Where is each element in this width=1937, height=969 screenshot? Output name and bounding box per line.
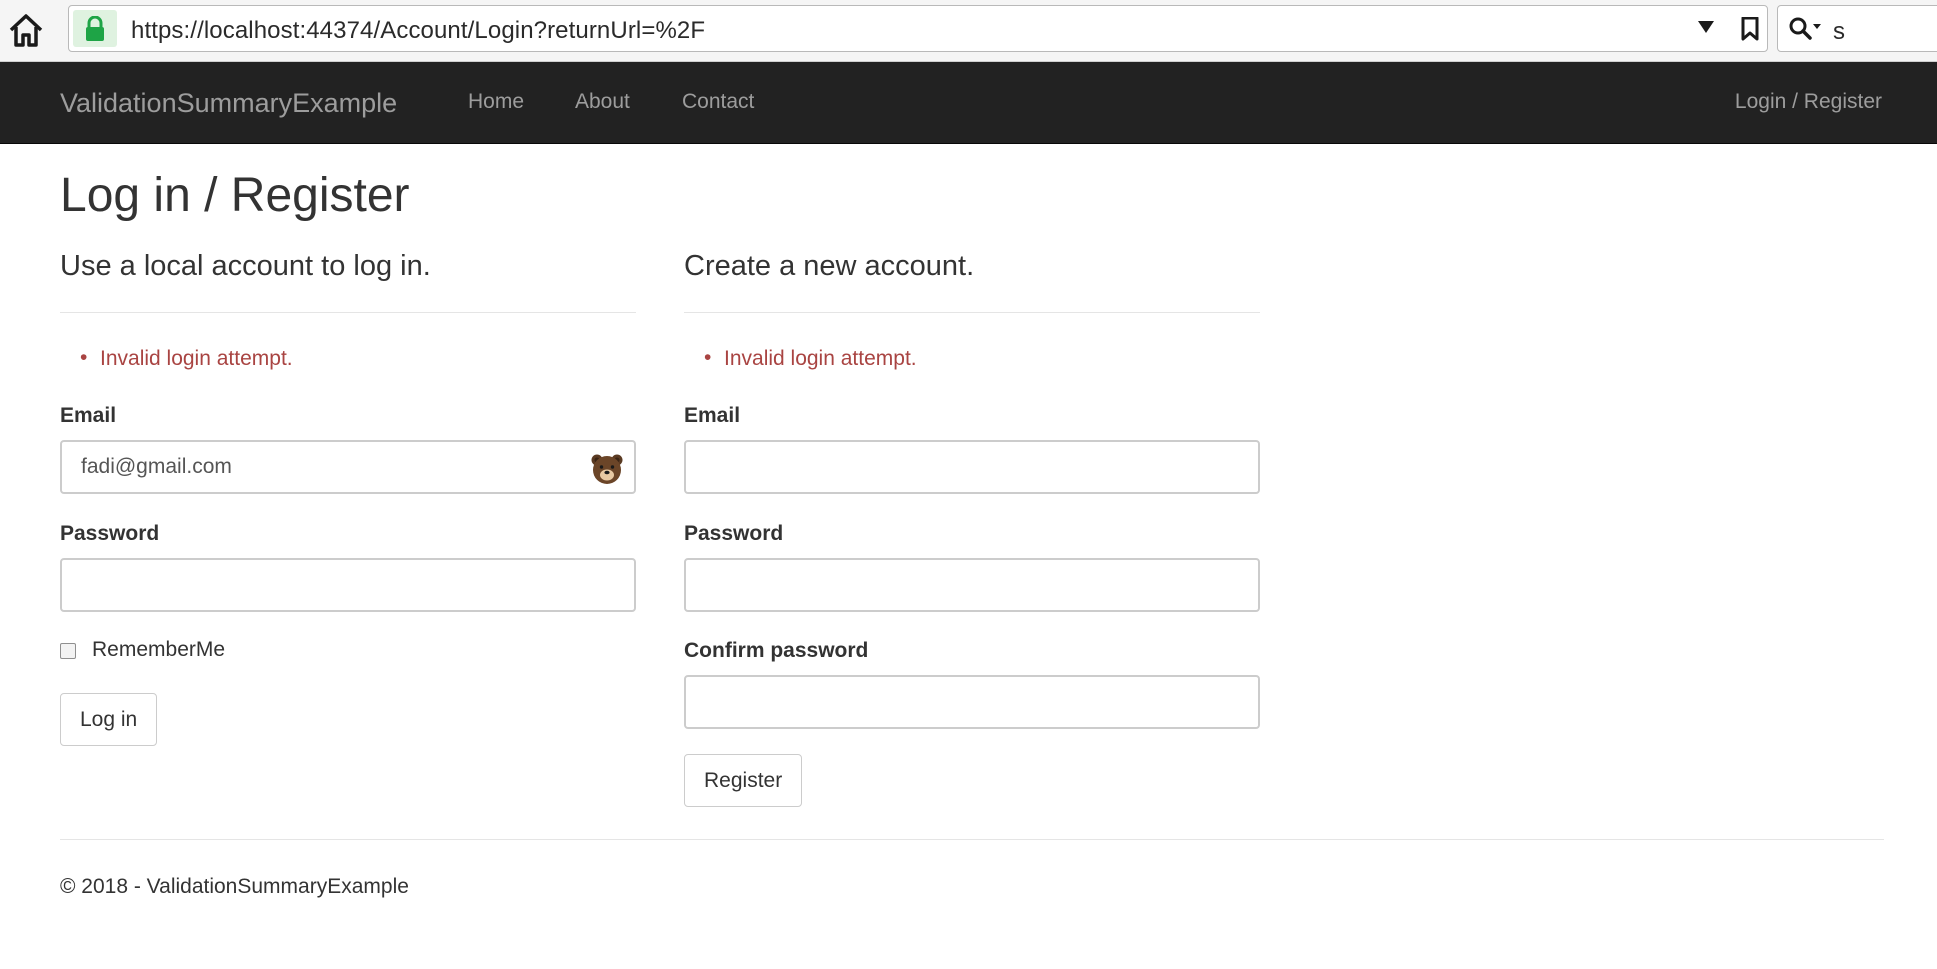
register-validation-summary: Invalid login attempt.: [684, 313, 1260, 373]
search-icon[interactable]: [1788, 16, 1826, 47]
login-validation-error: Invalid login attempt.: [80, 346, 293, 371]
login-validation-summary: Invalid login attempt.: [60, 313, 636, 373]
login-password-field[interactable]: [60, 558, 636, 612]
register-confirm-password-label: Confirm password: [684, 639, 869, 662]
bookmark-icon[interactable]: [1741, 16, 1759, 46]
lock-icon[interactable]: [73, 10, 117, 47]
login-email-label: Email: [60, 404, 117, 427]
register-confirm-password-field[interactable]: [684, 675, 1260, 729]
login-heading: Use a local account to log in.: [60, 250, 431, 282]
register-validation-error: Invalid login attempt.: [704, 346, 917, 371]
search-bar[interactable]: s: [1777, 5, 1937, 52]
nav-link-login-register[interactable]: Login / Register: [1735, 90, 1882, 114]
register-button[interactable]: Register: [684, 754, 803, 807]
dropdown-arrow-icon[interactable]: [1697, 20, 1715, 39]
remember-me-checkbox[interactable]: [60, 643, 76, 659]
search-text[interactable]: s: [1833, 18, 1845, 46]
register-email-label: Email: [684, 404, 741, 427]
footer-text: © 2018 - ValidationSummaryExample: [60, 875, 409, 898]
login-section: Use a local account to log in. Invalid l…: [60, 250, 636, 746]
url-text[interactable]: https://localhost:44374/Account/Login?re…: [131, 17, 705, 45]
browser-toolbar: https://localhost:44374/Account/Login?re…: [0, 0, 1937, 62]
login-button[interactable]: Log in: [60, 693, 158, 746]
navbar-brand[interactable]: ValidationSummaryExample: [60, 88, 397, 119]
nav-link-home[interactable]: Home: [468, 90, 524, 114]
bear-icon[interactable]: [590, 452, 624, 491]
login-password-label: Password: [60, 522, 160, 545]
navbar: ValidationSummaryExample Home About Cont…: [0, 62, 1937, 144]
remember-me-label[interactable]: RememberMe: [92, 638, 225, 662]
login-email-field[interactable]: fadi@gmail.com: [60, 440, 636, 494]
register-heading: Create a new account.: [684, 250, 975, 282]
login-email-value[interactable]: fadi@gmail.com: [81, 455, 232, 479]
page-title: Log in / Register: [60, 169, 410, 222]
nav-link-contact[interactable]: Contact: [682, 90, 754, 114]
home-icon[interactable]: [6, 10, 46, 50]
register-section: Create a new account. Invalid login atte…: [684, 250, 1260, 807]
register-password-label: Password: [684, 522, 784, 545]
nav-link-about[interactable]: About: [575, 90, 630, 114]
url-bar[interactable]: https://localhost:44374/Account/Login?re…: [68, 5, 1768, 52]
footer-divider: [60, 839, 1884, 840]
register-email-field[interactable]: [684, 440, 1260, 494]
register-password-field[interactable]: [684, 558, 1260, 612]
